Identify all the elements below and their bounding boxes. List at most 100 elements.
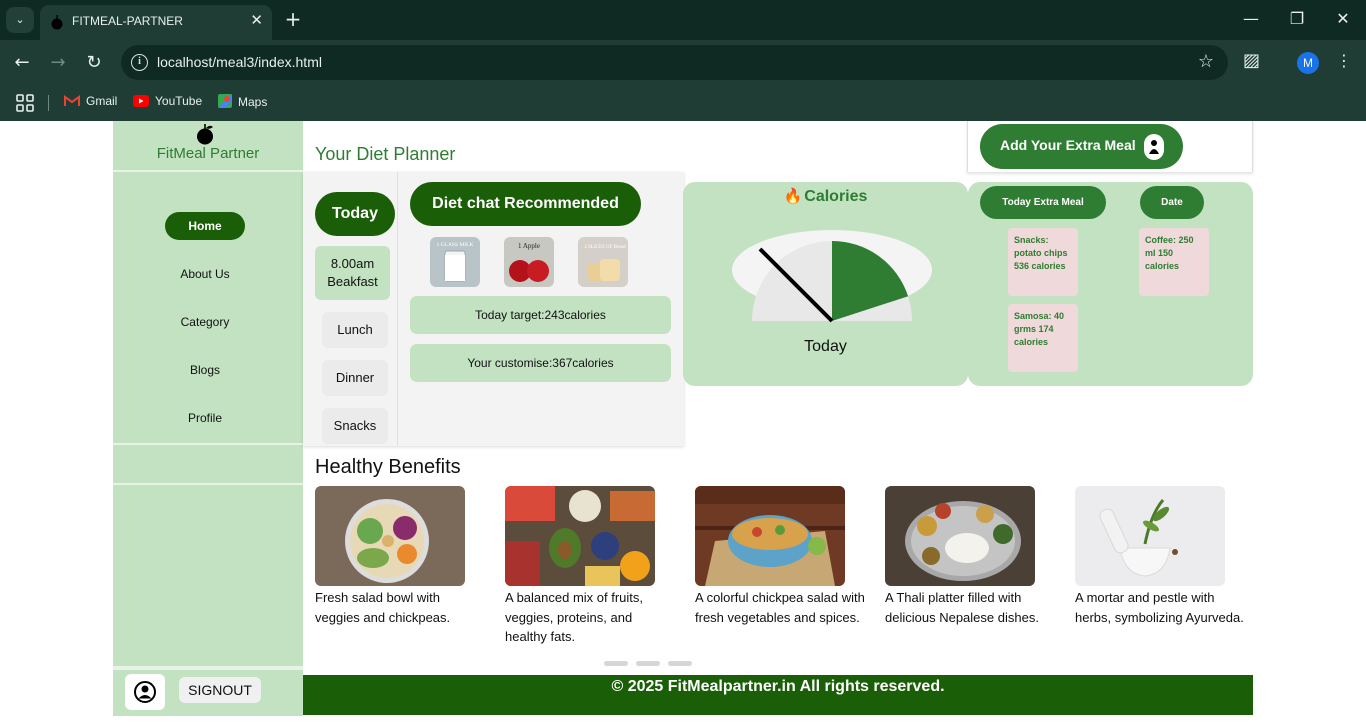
calories-title: 🔥 Calories (683, 187, 968, 206)
address-bar[interactable]: i localhost/meal3/index.html ☆ (121, 45, 1228, 80)
healthy-benefits-title: Healthy Benefits (315, 456, 461, 478)
user-avatar[interactable] (125, 674, 165, 710)
diet-planner-panel: Today 8.00am Beakfast Lunch Dinner Snack… (303, 172, 684, 446)
minimize-icon[interactable]: — (1236, 9, 1266, 28)
benefit-card[interactable]: Fresh salad bowl with veggies and chickp… (315, 486, 485, 627)
fire-icon: 🔥 (783, 188, 803, 205)
meal-tab-dinner[interactable]: Dinner (322, 360, 388, 396)
benefit-caption: A mortar and pestle with herbs, symboliz… (1075, 590, 1244, 625)
sidebar-divider (113, 443, 303, 445)
menu-kebab-icon[interactable]: ⋮ (1336, 51, 1352, 70)
close-window-icon[interactable]: ✕ (1328, 9, 1358, 28)
apple-logo-icon (197, 124, 213, 145)
meal-tab-lunch[interactable]: Lunch (322, 312, 388, 348)
meal-tab-snacks[interactable]: Snacks (322, 408, 388, 444)
balanced-food-image (505, 486, 655, 586)
carousel-dot[interactable] (668, 661, 692, 666)
gmail-icon (64, 95, 80, 106)
today-target-pill: Today target:243calories (410, 296, 671, 334)
page: FitMeal Partner Home About Us Category B… (0, 121, 1366, 725)
maps-icon (218, 94, 232, 108)
bookmarks-separator (48, 95, 49, 111)
bookmark-star-icon[interactable]: ☆ (1198, 51, 1214, 72)
svg-text:2 SLICES OF Bread: 2 SLICES OF Bread (584, 245, 626, 250)
planner-divider (397, 172, 398, 446)
carousel-dot[interactable] (604, 661, 628, 666)
chickpea-salad-image (695, 486, 845, 586)
signout-bar: SIGNOUT (113, 666, 303, 716)
thali-platter-image (885, 486, 1035, 586)
tab-title: FITMEAL-PARTNER (72, 14, 183, 28)
profile-avatar[interactable]: M (1297, 52, 1319, 74)
bookmarks-bar: Gmail YouTube Maps (0, 85, 1366, 121)
bookmark-label: Gmail (86, 94, 118, 108)
extra-meal-note: Snacks: potato chips 536 calories (1008, 228, 1078, 296)
calories-card: 🔥 Calories Today (683, 182, 968, 386)
bookmark-gmail[interactable]: Gmail (64, 94, 117, 108)
svg-text:1 GLASS MILK: 1 GLASS MILK (437, 242, 474, 248)
bookmark-label: Maps (238, 95, 268, 109)
carousel-dot[interactable] (636, 661, 660, 666)
nav-profile[interactable]: Profile (165, 404, 245, 432)
today-button[interactable]: Today (315, 192, 395, 236)
url-text[interactable]: localhost/meal3/index.html (157, 54, 322, 70)
forward-icon[interactable]: → (45, 50, 71, 76)
browser-toolbar: ← → ↻ i localhost/meal3/index.html ☆ (0, 40, 1366, 85)
restore-icon[interactable]: ❐ (1282, 9, 1312, 28)
nav-category[interactable]: Category (165, 308, 245, 336)
sidebar-divider (113, 483, 303, 485)
nav-home[interactable]: Home (165, 212, 245, 240)
add-extra-meal-label: Add Your Extra Meal (1000, 137, 1136, 153)
add-extra-meal-button[interactable]: Add Your Extra Meal (980, 124, 1183, 169)
new-tab-icon[interactable]: + (283, 7, 303, 33)
nav-blogs[interactable]: Blogs (165, 356, 245, 384)
signout-button[interactable]: SIGNOUT (179, 677, 261, 703)
tab-search-chevron-icon[interactable]: ⌄ (6, 7, 34, 33)
extra-meal-header: Add Your Extra Meal (967, 121, 1253, 172)
benefit-card[interactable]: A Thali platter filled with delicious Ne… (885, 486, 1055, 627)
benefit-caption: A balanced mix of fruits, veggies, prote… (505, 590, 644, 644)
youtube-icon (133, 95, 149, 107)
sidebar: FitMeal Partner Home About Us Category B… (113, 121, 303, 715)
svg-text:1 Apple: 1 Apple (518, 242, 540, 250)
apple-favicon-icon (51, 15, 63, 30)
benefit-caption: Fresh salad bowl with veggies and chickp… (315, 590, 451, 625)
benefit-card[interactable]: A balanced mix of fruits, veggies, prote… (505, 486, 675, 647)
mortar-pestle-image (1075, 486, 1225, 586)
benefit-caption: A Thali platter filled with delicious Ne… (885, 590, 1039, 625)
today-extra-meal-header[interactable]: Today Extra Meal (980, 186, 1106, 219)
milk-image: 1 GLASS MILK (430, 237, 480, 287)
sidebar-divider (113, 170, 303, 172)
apps-grid-icon[interactable] (14, 92, 36, 114)
benefit-caption: A colorful chickpea salad with fresh veg… (695, 590, 865, 625)
benefit-card[interactable]: A mortar and pestle with herbs, symboliz… (1075, 486, 1245, 627)
meal-tab-breakfast[interactable]: 8.00am Beakfast (315, 246, 390, 300)
date-header[interactable]: Date (1140, 186, 1204, 219)
benefit-card[interactable]: A colorful chickpea salad with fresh veg… (695, 486, 865, 627)
brand-name[interactable]: FitMeal Partner (113, 145, 303, 162)
browser-tab[interactable]: FITMEAL-PARTNER ✕ (40, 5, 272, 40)
bread-image: 2 SLICES OF Bread (578, 237, 628, 287)
back-icon[interactable]: ← (9, 50, 35, 76)
tab-close-icon[interactable]: ✕ (250, 11, 263, 29)
calories-title-text: Calories (804, 188, 868, 205)
salad-bowl-image (315, 486, 465, 586)
diet-chat-recommended-button[interactable]: Diet chat Recommended (410, 182, 641, 226)
calories-caption: Today (804, 338, 847, 355)
extra-meal-note: Coffee: 250 ml 150 calories (1139, 228, 1209, 296)
page-title: Your Diet Planner (315, 144, 456, 164)
bookmark-maps[interactable]: Maps (218, 94, 267, 109)
footer: © 2025 FitMealpartner.in All rights rese… (303, 675, 1253, 715)
bookmark-label: YouTube (155, 94, 203, 108)
reload-icon[interactable]: ↻ (81, 50, 107, 76)
apple-image: 1 Apple (504, 237, 554, 287)
browser-tabstrip: ⌄ FITMEAL-PARTNER ✕ + — ❐ ✕ (0, 0, 1366, 40)
extensions-icon[interactable]: ▨ (1243, 50, 1260, 71)
nav-about-us[interactable]: About Us (165, 260, 245, 288)
calories-gauge (732, 230, 932, 323)
bookmark-youtube[interactable]: YouTube (133, 94, 202, 108)
extra-meal-note: Samosa: 40 grms 174 calories (1008, 304, 1078, 372)
user-circle-icon (134, 681, 156, 703)
site-info-icon[interactable]: i (131, 54, 148, 71)
person-icon (1144, 134, 1164, 160)
